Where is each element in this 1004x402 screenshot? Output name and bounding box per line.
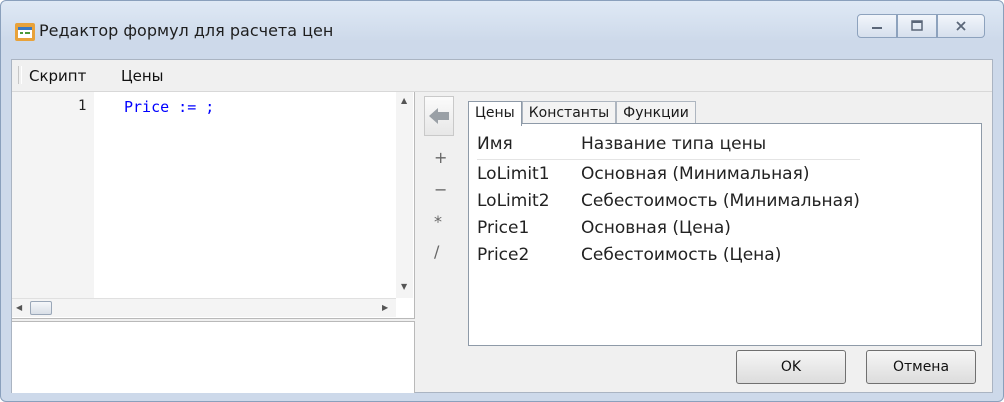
table-row[interactable]: LoLimit1 Основная (Минимальная): [477, 160, 860, 188]
divide-operator[interactable]: /: [434, 242, 439, 261]
left-arrow-icon: [429, 108, 449, 124]
maximize-button[interactable]: [897, 14, 937, 38]
caption-buttons: [857, 14, 985, 40]
cell-price-type: Себестоимость (Минимальная): [581, 190, 860, 211]
cell-name: LoLimit1: [477, 163, 550, 184]
maximize-icon: [911, 20, 923, 31]
formula-editor-icon: [15, 23, 35, 41]
menu-bar: Скрипт Цены: [12, 60, 992, 92]
close-button[interactable]: [937, 14, 985, 38]
cancel-button[interactable]: Отмена: [866, 350, 976, 384]
vertical-scrollbar[interactable]: ▲ ▼: [396, 92, 413, 298]
scroll-left-icon[interactable]: ◀: [16, 303, 22, 312]
minimize-button[interactable]: [857, 14, 897, 38]
tab-strip: Цены Константы Функции: [468, 101, 696, 126]
window-title: Редактор формул для расчета цен: [39, 21, 334, 40]
plus-operator[interactable]: +: [434, 148, 447, 167]
scroll-up-icon[interactable]: ▲: [401, 96, 407, 105]
cell-name: Price1: [477, 217, 530, 238]
client-area: Скрипт Цены 1 Price := ; ▲ ▼ ◀ ▶ + − * /…: [11, 59, 993, 393]
cell-price-type: Основная (Минимальная): [581, 163, 810, 184]
minus-operator[interactable]: −: [434, 180, 447, 199]
table-header-row: Имя Название типа цены: [477, 129, 860, 160]
formula-editor-window: Редактор формул для расчета цен Скрипт Ц…: [0, 0, 1004, 402]
table-row[interactable]: Price2 Себестоимость (Цена): [477, 241, 860, 268]
menu-grip: [18, 66, 22, 84]
scroll-right-icon[interactable]: ▶: [382, 303, 388, 312]
table-row[interactable]: LoLimit2 Себестоимость (Минимальная): [477, 187, 860, 214]
column-header-price-type[interactable]: Название типа цены: [581, 129, 860, 160]
insert-button[interactable]: [424, 96, 454, 136]
code-line[interactable]: Price := ;: [124, 98, 214, 116]
scroll-thumb[interactable]: [30, 301, 52, 315]
tab-functions[interactable]: Функции: [616, 101, 696, 125]
horizontal-scrollbar[interactable]: ◀ ▶: [12, 298, 396, 317]
ok-button[interactable]: OK: [736, 350, 846, 384]
cell-name: LoLimit2: [477, 190, 550, 211]
minimize-icon: [872, 27, 882, 29]
line-number: 1: [78, 98, 87, 114]
menu-prices[interactable]: Цены: [121, 67, 164, 85]
menu-script[interactable]: Скрипт: [29, 67, 86, 85]
cell-price-type: Себестоимость (Цена): [581, 244, 782, 265]
message-panel: [12, 321, 415, 393]
cell-name: Price2: [477, 244, 530, 265]
table-row[interactable]: Price1 Основная (Цена): [477, 214, 860, 241]
cell-price-type: Основная (Цена): [581, 217, 731, 238]
tab-prices[interactable]: Цены: [468, 101, 522, 126]
title-bar[interactable]: Редактор формул для расчета цен: [1, 1, 1003, 53]
price-types-table: Имя Название типа цены LoLimit1 Основная…: [468, 123, 982, 346]
operator-toolbar: + − * /: [424, 96, 454, 296]
code-editor[interactable]: 1 Price := ; ▲ ▼ ◀ ▶: [12, 92, 415, 319]
column-header-name[interactable]: Имя: [477, 129, 581, 160]
scroll-down-icon[interactable]: ▼: [401, 282, 407, 291]
multiply-operator[interactable]: *: [434, 212, 442, 231]
tab-constants[interactable]: Константы: [521, 101, 617, 125]
line-number-gutter: 1: [12, 92, 94, 298]
close-icon: [956, 21, 966, 31]
